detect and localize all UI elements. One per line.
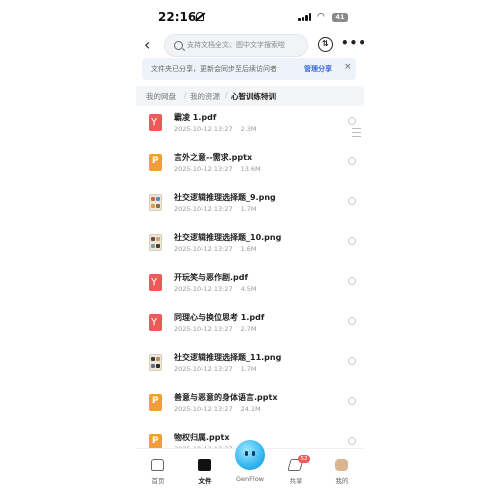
- notification-badge: 52: [298, 455, 310, 463]
- file-row[interactable]: 同理心与换位思考 1.pdf 2025-10-12 13:27 2.7M: [136, 310, 364, 346]
- genflow-icon[interactable]: [235, 440, 265, 470]
- file-name: 善意与恶意的身体语言.pptx: [174, 393, 278, 402]
- pptx-file-icon: [149, 394, 162, 411]
- pdf-file-icon: [149, 314, 162, 331]
- breadcrumb-item-current-folder: 心智训练特训: [231, 92, 276, 101]
- file-date: 2025-10-12 13:27: [174, 205, 233, 213]
- tab-me[interactable]: 我的: [322, 457, 362, 493]
- image-thumbnail-icon: [149, 354, 162, 371]
- file-meta: 2025-10-12 13:27 1.7M: [174, 365, 257, 373]
- file-name: 社交逻辑推理选择题_11.png: [174, 353, 282, 362]
- tab-label: 共享: [289, 477, 303, 485]
- wifi-icon: ◠: [317, 12, 325, 22]
- tab-label: GenFlow: [236, 475, 264, 483]
- share-notice-text: 文件夹已分享，更新会同步至后续访问者: [151, 65, 277, 73]
- file-size: 2.3M: [240, 125, 257, 133]
- file-name: 开玩笑与恶作剧.pdf: [174, 273, 248, 282]
- search-input[interactable]: 支持文档全文、图中文字搜索啦: [164, 34, 308, 57]
- file-meta: 2025-10-12 13:27 2.7M: [174, 325, 257, 333]
- file-name: 霸凌 1.pdf: [174, 113, 217, 122]
- tab-files[interactable]: 文件: [185, 457, 225, 493]
- select-checkbox[interactable]: [348, 157, 356, 165]
- file-size: 13.6M: [240, 165, 261, 173]
- tab-home[interactable]: 首页: [138, 457, 178, 493]
- folder-icon: [198, 459, 211, 471]
- status-bar: 22:16 ◠ 41: [136, 8, 364, 26]
- manage-share-link[interactable]: 管理分享: [304, 64, 332, 74]
- file-meta: 2025-10-12 13:27 2.3M: [174, 125, 257, 133]
- pdf-file-icon: [149, 274, 162, 291]
- file-size: 4.5M: [240, 285, 257, 293]
- home-icon: [151, 459, 164, 471]
- file-name: 社交逻辑推理选择题_9.png: [174, 193, 276, 202]
- top-navigation: ‹ 支持文档全文、图中文字搜索啦 ⇅ •••: [136, 32, 364, 60]
- select-checkbox[interactable]: [348, 277, 356, 285]
- file-row[interactable]: 社交逻辑推理选择题_9.png 2025-10-12 13:27 1.7M: [136, 190, 364, 226]
- tab-label: 文件: [198, 477, 212, 485]
- close-icon[interactable]: ×: [344, 62, 352, 72]
- tab-shared[interactable]: 52 共享: [276, 455, 316, 493]
- select-checkbox[interactable]: [348, 237, 356, 245]
- bell-muted-icon: [196, 12, 204, 21]
- pdf-file-icon: [149, 114, 162, 131]
- status-time: 22:16: [158, 10, 197, 24]
- select-checkbox[interactable]: [348, 437, 356, 445]
- breadcrumb-separator: /: [225, 91, 228, 100]
- breadcrumb-item-my-resources[interactable]: 我的资源: [190, 91, 220, 102]
- file-name: 言外之意--需求.pptx: [174, 153, 253, 162]
- breadcrumb: 我的网盘 / 我的资源 / 心智训练特训: [136, 86, 364, 106]
- select-checkbox[interactable]: [348, 197, 356, 205]
- file-row[interactable]: 社交逻辑推理选择题_11.png 2025-10-12 13:27 1.7M: [136, 350, 364, 386]
- search-icon: [174, 41, 183, 50]
- more-icon[interactable]: •••: [341, 36, 364, 50]
- search-placeholder: 支持文档全文、图中文字搜索啦: [187, 41, 285, 49]
- select-checkbox[interactable]: [348, 117, 356, 125]
- file-size: 1.7M: [240, 365, 257, 373]
- file-meta: 2025-10-12 13:27 13.6M: [174, 165, 261, 173]
- tab-label: 我的: [335, 477, 349, 485]
- signal-icon: [298, 13, 312, 21]
- file-date: 2025-10-12 13:27: [174, 245, 233, 253]
- file-date: 2025-10-12 13:27: [174, 325, 233, 333]
- file-date: 2025-10-12 13:27: [174, 365, 233, 373]
- file-meta: 2025-10-12 13:27 1.6M: [174, 245, 257, 253]
- file-date: 2025-10-12 13:27: [174, 165, 233, 173]
- file-size: 1.6M: [240, 245, 257, 253]
- file-row[interactable]: 社交逻辑推理选择题_10.png 2025-10-12 13:27 1.6M: [136, 230, 364, 266]
- tab-label: 首页: [151, 477, 165, 485]
- breadcrumb-separator: /: [184, 91, 187, 100]
- select-checkbox[interactable]: [348, 357, 356, 365]
- file-row[interactable]: 霸凌 1.pdf 2025-10-12 13:27 2.3M: [136, 110, 364, 146]
- share-notice-banner: 文件夹已分享，更新会同步至后续访问者 管理分享 ×: [142, 58, 356, 80]
- file-size: 1.7M: [240, 205, 257, 213]
- phone-screen: 22:16 ◠ 41 ‹ 支持文档全文、图中文字搜索啦 ⇅ ••• 文件夹已分享…: [136, 0, 364, 500]
- file-date: 2025-10-12 13:27: [174, 405, 233, 413]
- file-date: 2025-10-12 13:27: [174, 285, 233, 293]
- file-size: 24.1M: [240, 405, 261, 413]
- file-row[interactable]: 善意与恶意的身体语言.pptx 2025-10-12 13:27 24.1M: [136, 390, 364, 426]
- image-thumbnail-icon: [149, 234, 162, 251]
- file-row[interactable]: 言外之意--需求.pptx 2025-10-12 13:27 13.6M: [136, 150, 364, 186]
- me-icon: [335, 459, 348, 471]
- select-checkbox[interactable]: [348, 317, 356, 325]
- file-date: 2025-10-12 13:27: [174, 125, 233, 133]
- sort-icon[interactable]: ⇅: [318, 37, 333, 52]
- image-thumbnail-icon: [149, 194, 162, 211]
- back-chevron-icon[interactable]: ‹: [144, 37, 150, 53]
- file-name: 物权归属.pptx: [174, 433, 230, 442]
- pptx-file-icon: [149, 154, 162, 171]
- breadcrumb-item-my-drive[interactable]: 我的网盘: [146, 91, 176, 102]
- file-name: 同理心与换位思考 1.pdf: [174, 313, 265, 322]
- file-meta: 2025-10-12 13:27 24.1M: [174, 405, 261, 413]
- file-meta: 2025-10-12 13:27 1.7M: [174, 205, 257, 213]
- file-size: 2.7M: [240, 325, 257, 333]
- file-meta: 2025-10-12 13:27 4.5M: [174, 285, 257, 293]
- file-row[interactable]: 开玩笑与恶作剧.pdf 2025-10-12 13:27 4.5M: [136, 270, 364, 306]
- file-name: 社交逻辑推理选择题_10.png: [174, 233, 282, 242]
- battery-icon: 41: [332, 13, 348, 22]
- select-checkbox[interactable]: [348, 397, 356, 405]
